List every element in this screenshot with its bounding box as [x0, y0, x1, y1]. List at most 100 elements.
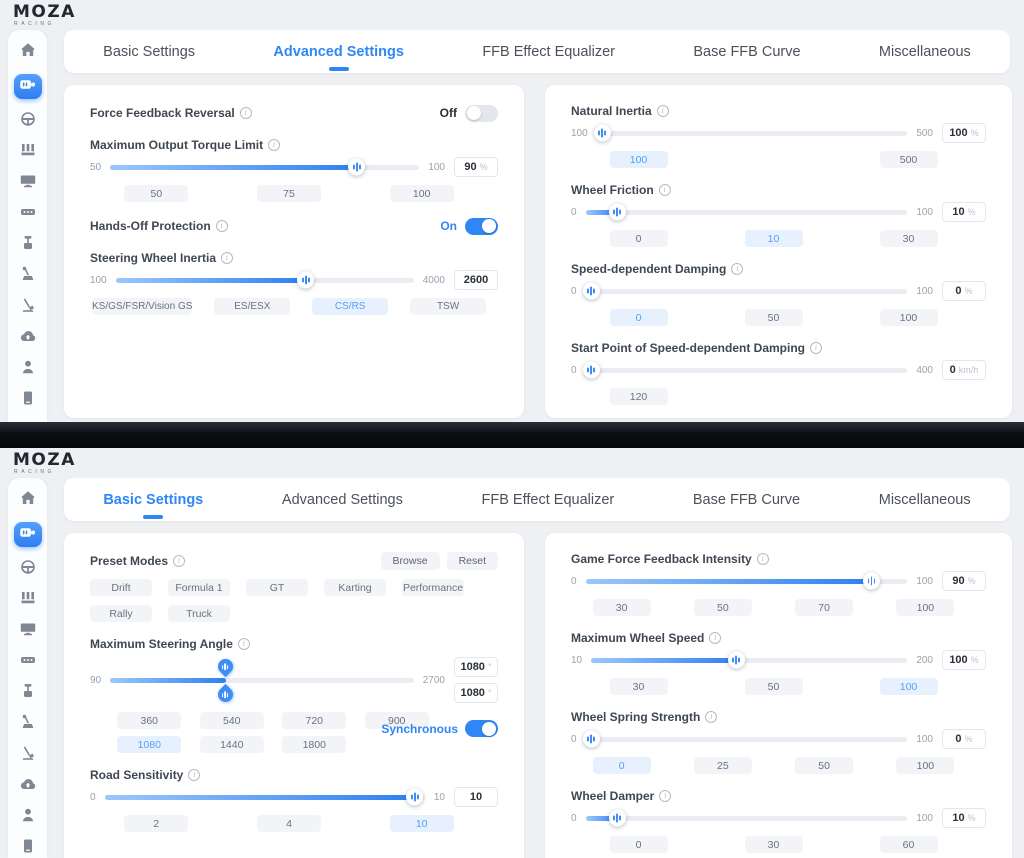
slider-handle[interactable] [583, 362, 600, 379]
sidebar-item-cloud[interactable] [18, 329, 38, 347]
tab-base-ffb-curve[interactable]: Base FFB Curve [691, 40, 802, 64]
sidebar-item-dashboard[interactable] [18, 205, 38, 223]
preset-button[interactable]: 30 [745, 836, 803, 853]
info-icon[interactable]: i [659, 790, 671, 802]
tab-advanced-settings[interactable]: Advanced Settings [271, 40, 406, 64]
slider-track[interactable] [110, 165, 419, 170]
sidebar-item-device[interactable] [18, 391, 38, 409]
slider-track[interactable] [586, 368, 908, 373]
sidebar-item-steering-wheel[interactable] [18, 112, 38, 130]
info-icon[interactable]: i [216, 220, 228, 232]
slider-handle[interactable] [583, 731, 600, 748]
slider-handle[interactable] [348, 159, 365, 176]
preset-button[interactable]: 100 [610, 151, 668, 168]
info-icon[interactable]: i [657, 105, 669, 117]
preset-button[interactable]: 50 [745, 309, 803, 326]
preset-button[interactable]: 0 [593, 757, 651, 774]
preset-button[interactable]: 100 [896, 599, 954, 616]
preset-button[interactable]: TSW [410, 298, 486, 315]
preset-button[interactable]: ES/ESX [214, 298, 290, 315]
sidebar-item-dashboard[interactable] [18, 653, 38, 671]
info-icon[interactable]: i [173, 555, 185, 567]
preset-mode-button[interactable]: Rally [90, 605, 152, 622]
info-icon[interactable]: i [240, 107, 252, 119]
slider-handle-down[interactable] [214, 655, 235, 676]
preset-button[interactable]: 30 [593, 599, 651, 616]
sidebar-item-steering-wheel[interactable] [18, 560, 38, 578]
slider-track[interactable] [586, 289, 908, 294]
preset-button[interactable]: 50 [124, 185, 188, 202]
value-input[interactable]: 10% [942, 808, 986, 828]
preset-mode-button[interactable]: Karting [324, 579, 386, 596]
sidebar-item-monitor[interactable] [18, 174, 38, 192]
info-icon[interactable]: i [238, 638, 250, 650]
preset-button[interactable]: 4 [257, 815, 321, 832]
preset-button[interactable]: 25 [694, 757, 752, 774]
tab-base-ffb-curve[interactable]: Base FFB Curve [691, 488, 802, 512]
sidebar-item-home[interactable] [18, 43, 38, 61]
value-input[interactable]: 0% [942, 281, 986, 301]
value-input[interactable]: 90% [454, 157, 498, 177]
sidebar-item-device[interactable] [18, 839, 38, 857]
preset-mode-button[interactable]: Truck [168, 605, 230, 622]
sidebar-item-home[interactable] [18, 491, 38, 509]
preset-mode-button[interactable]: Performance [402, 579, 464, 596]
slider-track[interactable] [116, 278, 414, 283]
sidebar-item-shifter[interactable] [18, 715, 38, 733]
preset-button[interactable]: 1440 [200, 736, 264, 753]
preset-button[interactable]: 2 [124, 815, 188, 832]
info-icon[interactable]: i [731, 263, 743, 275]
tab-advanced-settings[interactable]: Advanced Settings [280, 488, 405, 512]
sidebar-item-user[interactable] [18, 808, 38, 826]
value-input[interactable]: 0% [942, 729, 986, 749]
sidebar-item-wheelbase[interactable] [14, 74, 42, 99]
preset-mode-button[interactable]: Drift [90, 579, 152, 596]
value-input[interactable]: 100% [942, 650, 986, 670]
tab-basic-settings[interactable]: Basic Settings [101, 40, 197, 64]
value-input[interactable]: 1080° [454, 657, 498, 677]
slider-track[interactable] [586, 816, 908, 821]
sidebar-item-cloud[interactable] [18, 777, 38, 795]
reset-button[interactable]: Reset [447, 552, 498, 570]
slider-handle[interactable] [609, 810, 626, 827]
slider-track[interactable] [110, 678, 414, 683]
tab-ffb-effect-equalizer[interactable]: FFB Effect Equalizer [480, 40, 617, 64]
info-icon[interactable]: i [659, 184, 671, 196]
preset-button[interactable]: 540 [200, 712, 264, 729]
slider-handle[interactable] [594, 125, 611, 142]
preset-button[interactable]: 50 [795, 757, 853, 774]
preset-button[interactable]: 30 [610, 678, 668, 695]
value-input[interactable]: 10 [454, 787, 498, 807]
slider-handle[interactable] [728, 652, 745, 669]
preset-button[interactable]: 720 [282, 712, 346, 729]
slider-track[interactable] [586, 210, 908, 215]
slider-track[interactable] [105, 795, 425, 800]
preset-button[interactable]: 60 [880, 836, 938, 853]
info-icon[interactable]: i [221, 252, 233, 264]
value-input[interactable]: 10% [942, 202, 986, 222]
value-input[interactable]: 2600 [454, 270, 498, 290]
sidebar-item-pedal[interactable] [18, 746, 38, 764]
preset-button[interactable]: 10 [745, 230, 803, 247]
preset-button[interactable]: 360 [117, 712, 181, 729]
preset-button[interactable]: 10 [390, 815, 454, 832]
value-input[interactable]: 0km/h [942, 360, 986, 380]
preset-button[interactable]: 100 [880, 678, 938, 695]
sidebar-item-wheelbase[interactable] [14, 522, 42, 547]
value-input[interactable]: 100% [942, 123, 986, 143]
preset-button[interactable]: 500 [880, 151, 938, 168]
toggle-switch[interactable] [465, 105, 498, 122]
synchronous-switch[interactable] [465, 720, 498, 737]
preset-button[interactable]: 50 [745, 678, 803, 695]
info-icon[interactable]: i [705, 711, 717, 723]
preset-button[interactable]: 0 [610, 309, 668, 326]
slider-handle[interactable] [863, 573, 880, 590]
tab-miscellaneous[interactable]: Miscellaneous [877, 488, 973, 512]
slider-handle[interactable] [609, 204, 626, 221]
slider-track[interactable] [591, 658, 907, 663]
slider-track[interactable] [597, 131, 908, 136]
tab-ffb-effect-equalizer[interactable]: FFB Effect Equalizer [480, 488, 617, 512]
preset-button[interactable]: KS/GS/FSR/Vision GS [92, 298, 192, 315]
preset-button[interactable]: 70 [795, 599, 853, 616]
slider-handle[interactable] [297, 272, 314, 289]
